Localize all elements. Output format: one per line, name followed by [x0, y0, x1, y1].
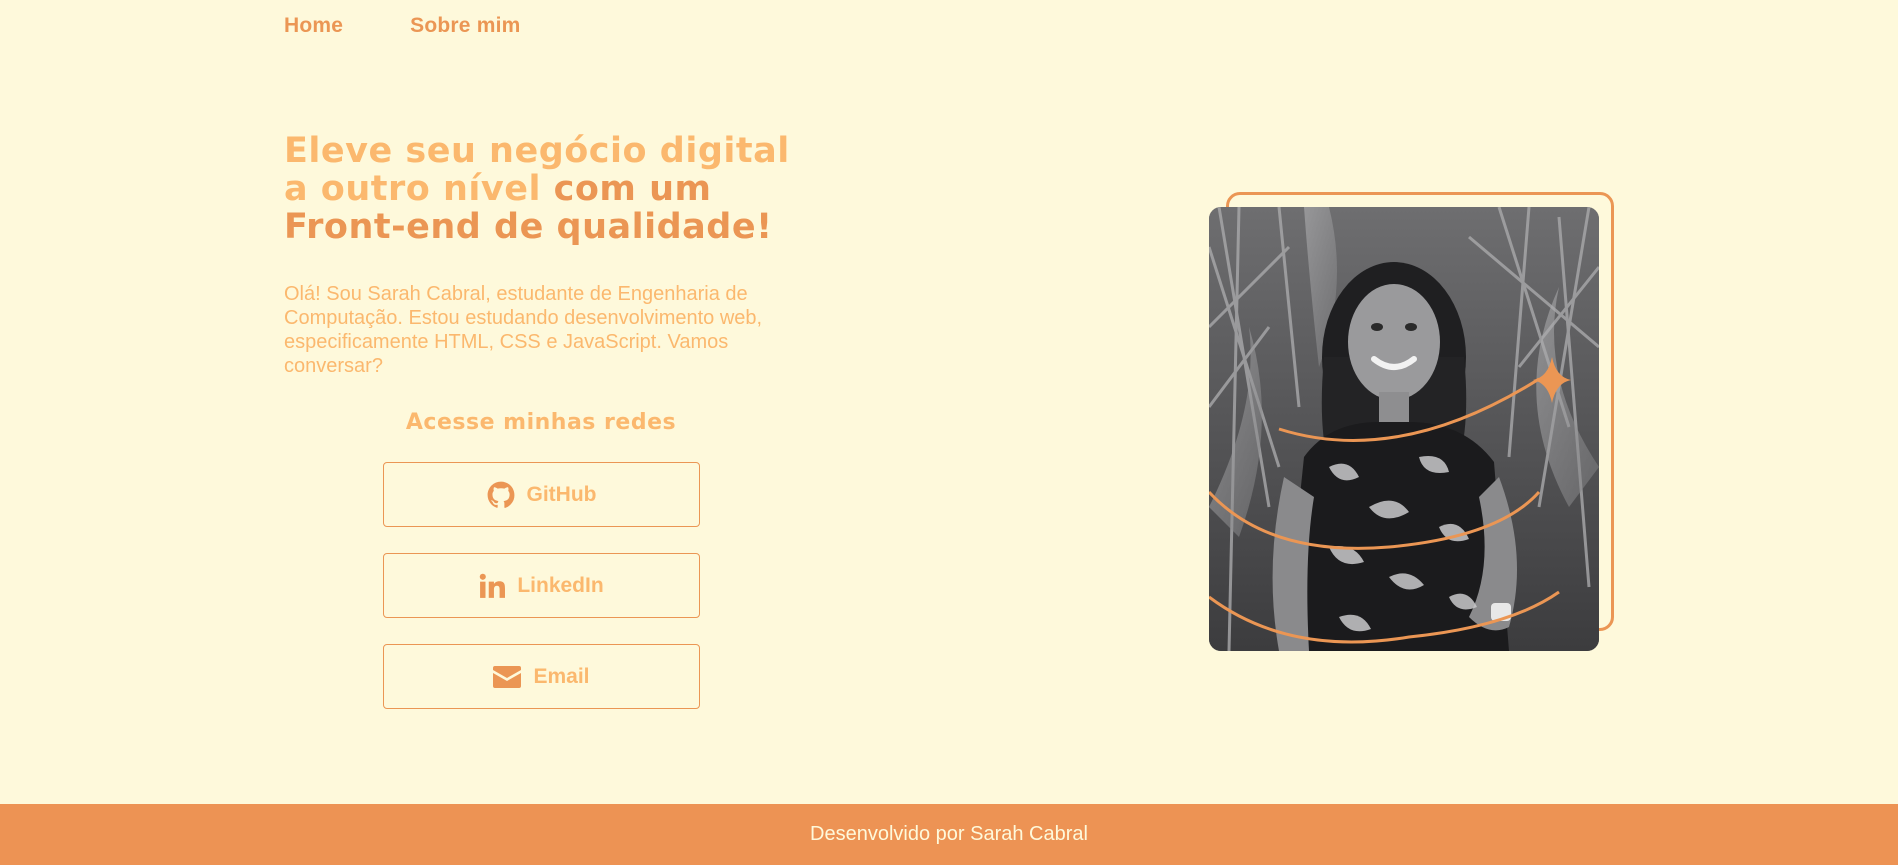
envelope-icon: [493, 665, 522, 688]
linkedin-icon: [479, 573, 506, 599]
hero-title: Eleve seu negócio digital a outro nível …: [284, 132, 804, 246]
github-button[interactable]: GitHub: [383, 462, 700, 527]
footer-text: Desenvolvido por Sarah Cabral: [810, 823, 1088, 845]
intro-text: Olá! Sou Sarah Cabral, estudante de Enge…: [284, 283, 763, 377]
email-button[interactable]: Email: [383, 644, 700, 709]
profile-photo: [1209, 207, 1599, 651]
profile-photo-illustration: [1209, 207, 1599, 651]
networks-title: Acesse minhas redes: [405, 410, 677, 435]
email-button-label: Email: [533, 664, 590, 688]
hero-title-highlight: Eleve seu negócio digital a outro nível: [284, 131, 790, 209]
nav-home-link[interactable]: Home: [284, 14, 343, 38]
github-button-label: GitHub: [526, 482, 597, 506]
nav-about-link[interactable]: Sobre mim: [410, 14, 520, 38]
github-icon: [487, 481, 515, 509]
linkedin-button-label: LinkedIn: [517, 573, 604, 597]
footer: Desenvolvido por Sarah Cabral: [0, 804, 1898, 865]
top-nav: Home Sobre mim: [284, 14, 520, 38]
linkedin-button[interactable]: LinkedIn: [383, 553, 700, 618]
